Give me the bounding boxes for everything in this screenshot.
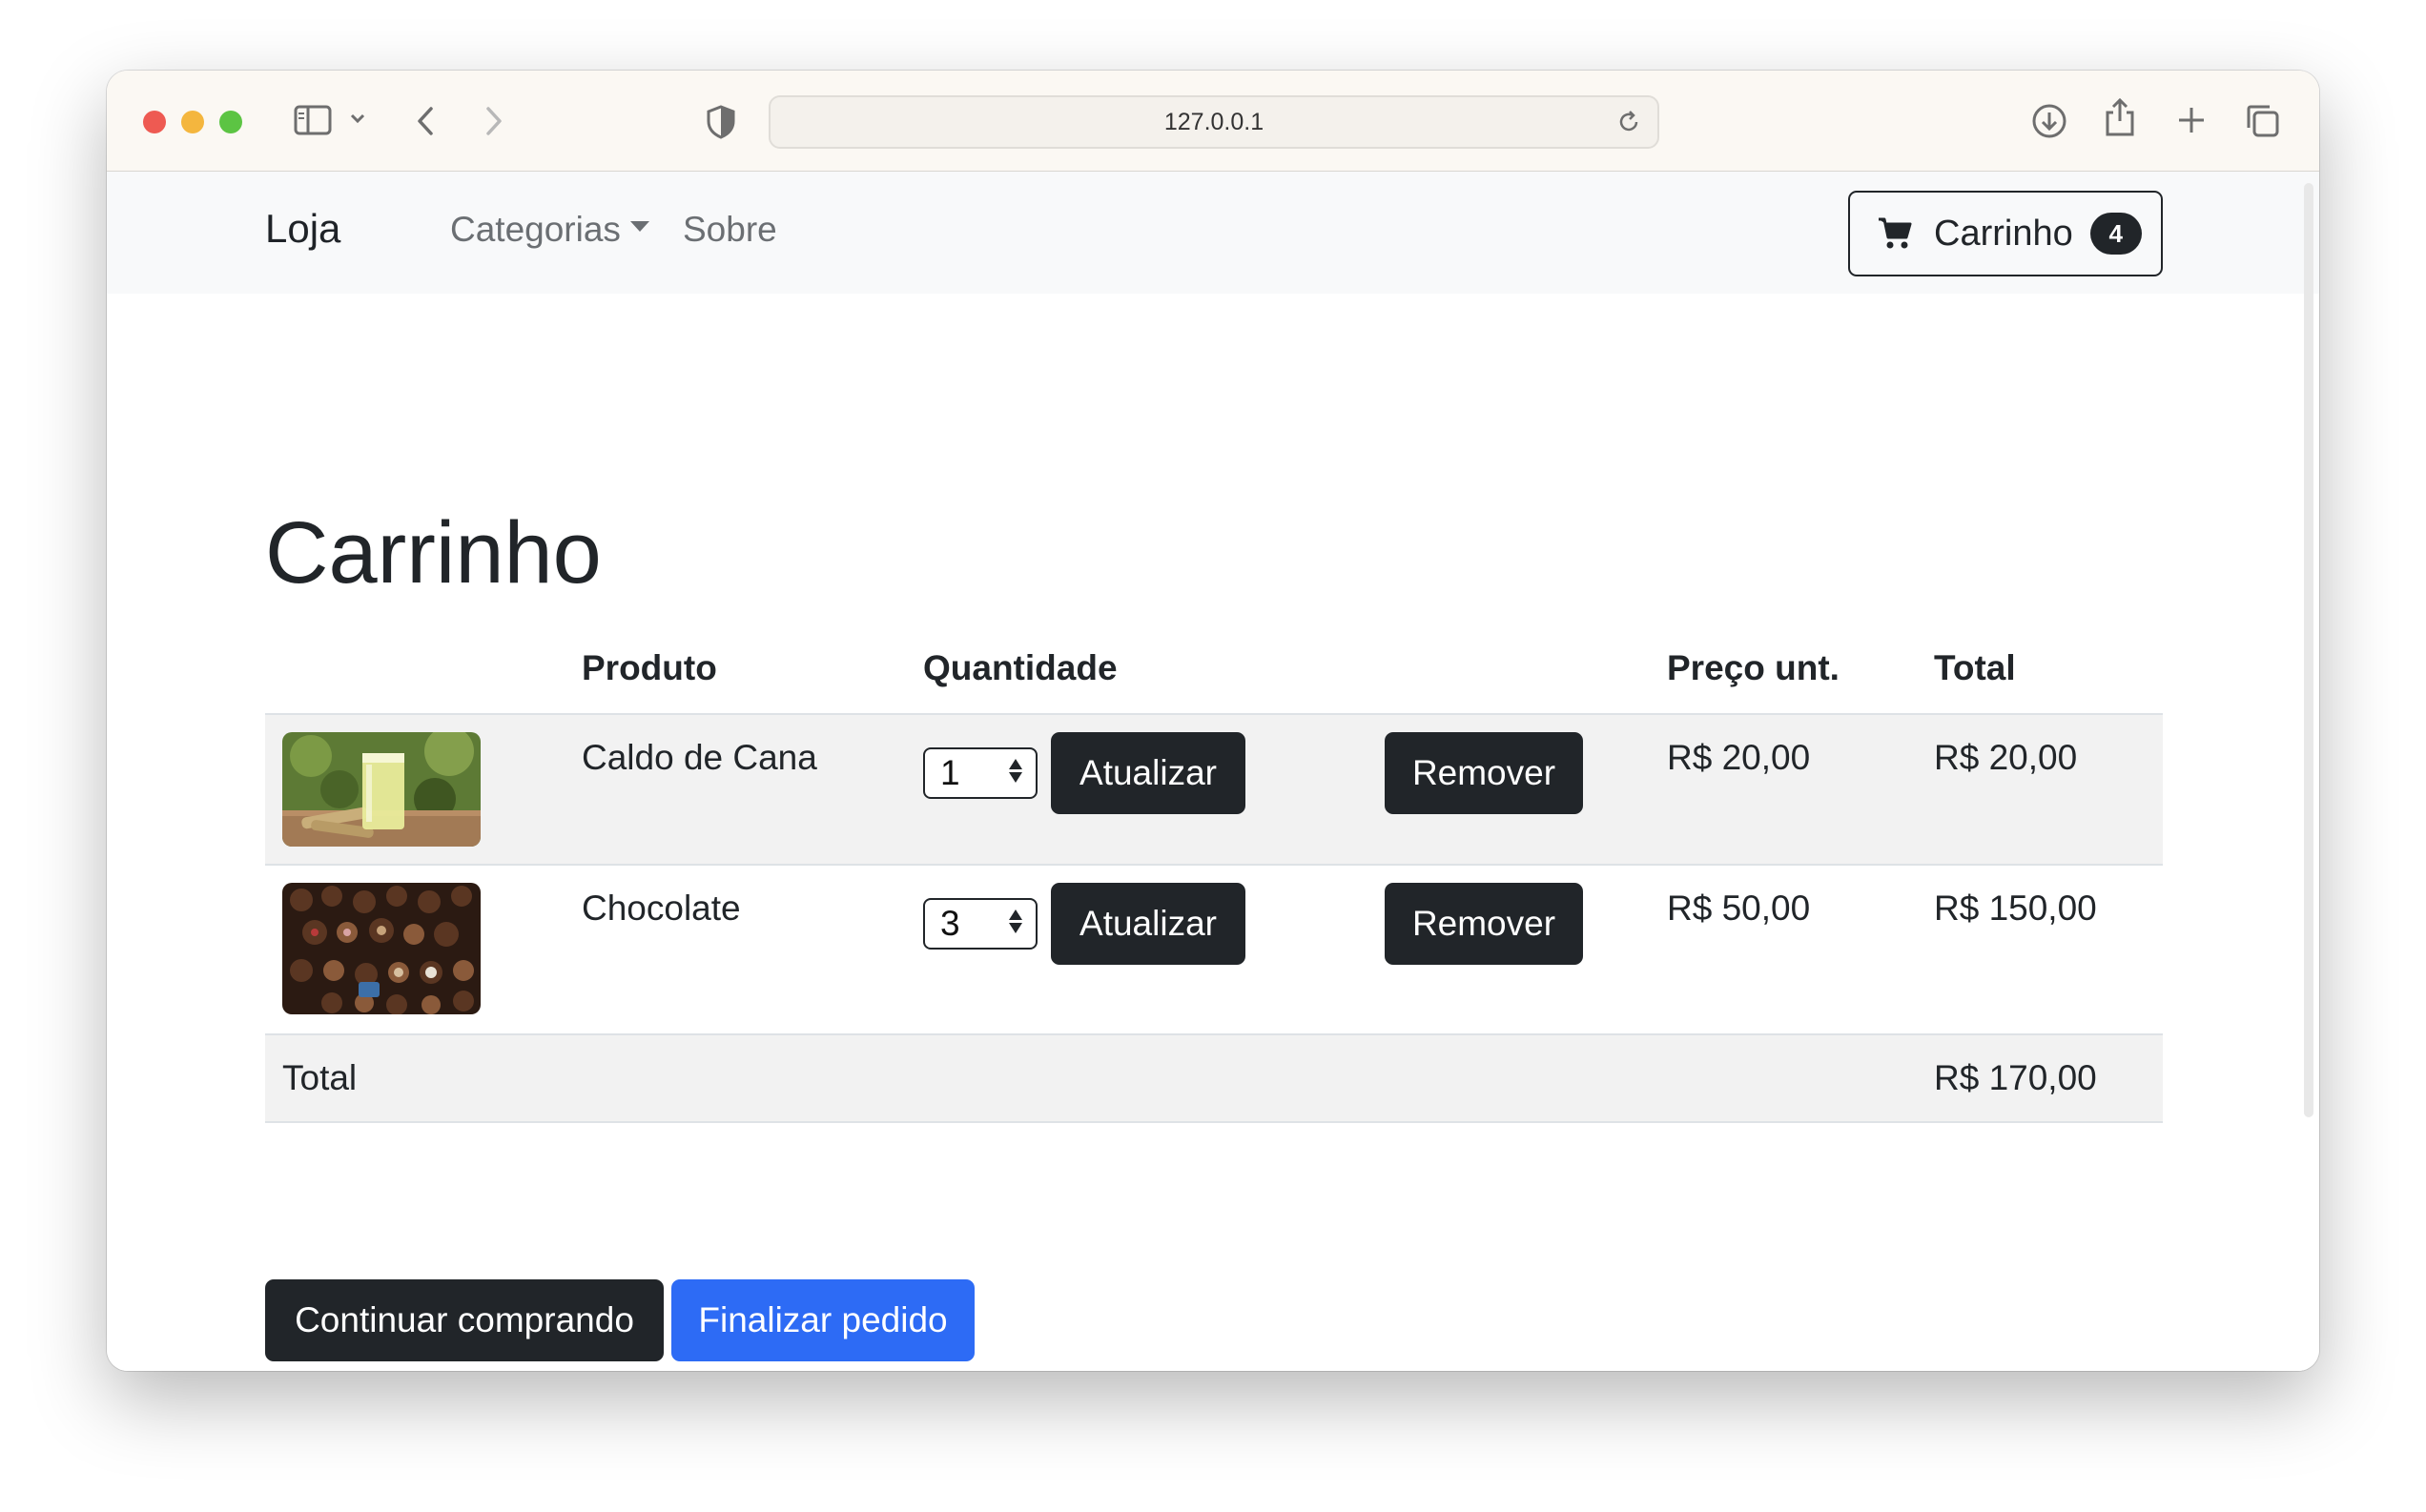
cart-button[interactable]: Carrinho 4 (1848, 191, 2163, 276)
address-bar[interactable]: 127.0.0.1 (769, 95, 1659, 149)
new-tab-icon[interactable] (2176, 105, 2207, 135)
nav-about-link[interactable]: Sobre (683, 210, 777, 250)
header-unit-price: Preço unt. (1667, 648, 1840, 687)
remove-button[interactable]: Remover (1385, 732, 1583, 814)
chevron-down-icon[interactable] (349, 112, 366, 124)
header-total: Total (1934, 648, 2016, 687)
row-total: R$ 150,00 (1934, 889, 2097, 928)
minimize-window-button[interactable] (181, 111, 204, 133)
quantity-input[interactable]: 1 (923, 747, 1038, 799)
product-name: Chocolate (582, 889, 741, 928)
unit-price: R$ 50,00 (1667, 889, 1811, 928)
forward-icon[interactable] (483, 105, 505, 137)
caret-down-icon (629, 220, 649, 232)
row-total: R$ 20,00 (1934, 738, 2078, 777)
sidebar-icon[interactable] (294, 105, 332, 135)
continue-shopping-button[interactable]: Continuar comprando (265, 1279, 664, 1361)
reload-icon[interactable] (1615, 109, 1642, 142)
remove-button[interactable]: Remover (1385, 883, 1583, 965)
browser-window: 127.0.0.1 Loja Categorias Sobre Carrinho… (107, 71, 2319, 1371)
footer-total-label: Total (282, 1058, 358, 1097)
page-title: Carrinho (265, 504, 602, 602)
header-product: Produto (582, 648, 717, 687)
update-button[interactable]: Atualizar (1051, 883, 1245, 965)
product-image-chocolate (282, 883, 481, 1014)
table-row: Chocolate 3 Atualizar Remover R$ 50,00 R… (265, 864, 2163, 1033)
cart-label: Carrinho (1934, 213, 2073, 254)
quantity-value: 1 (940, 753, 960, 792)
nav-categories-label: Categorias (450, 210, 621, 249)
quantity-value: 3 (940, 904, 960, 943)
back-icon[interactable] (414, 105, 437, 137)
footer-grand-total: R$ 170,00 (1934, 1058, 2097, 1097)
browser-toolbar: 127.0.0.1 (107, 71, 2319, 172)
table-footer-row: Total R$ 170,00 (265, 1033, 2163, 1123)
product-name: Caldo de Cana (582, 738, 817, 777)
page-viewport: Loja Categorias Sobre Carrinho 4 Carrinh… (107, 172, 2319, 1371)
cart-count-badge: 4 (2089, 213, 2142, 255)
navbar: Loja Categorias Sobre Carrinho 4 (107, 172, 2319, 294)
stepper-arrows-icon[interactable] (1009, 909, 1022, 933)
scrollbar[interactable] (2304, 183, 2313, 1117)
download-icon[interactable] (2031, 103, 2067, 139)
zoom-window-button[interactable] (219, 111, 242, 133)
brand-link[interactable]: Loja (265, 206, 340, 252)
cart-icon (1877, 216, 1913, 251)
table-row: Caldo de Cana 1 Atualizar Remover R$ 20,… (265, 713, 2163, 864)
unit-price: R$ 20,00 (1667, 738, 1811, 777)
close-window-button[interactable] (143, 111, 166, 133)
product-image-caldo-de-cana (282, 732, 481, 847)
stepper-arrows-icon[interactable] (1009, 759, 1022, 783)
checkout-button[interactable]: Finalizar pedido (671, 1279, 975, 1361)
url-text: 127.0.0.1 (1163, 108, 1264, 135)
header-quantity: Quantidade (923, 648, 1118, 687)
share-icon[interactable] (2104, 97, 2136, 137)
quantity-input[interactable]: 3 (923, 898, 1038, 950)
tab-overview-icon[interactable] (2245, 103, 2281, 139)
shield-icon[interactable] (706, 105, 736, 139)
nav-categories-dropdown[interactable]: Categorias (450, 210, 649, 250)
update-button[interactable]: Atualizar (1051, 732, 1245, 814)
